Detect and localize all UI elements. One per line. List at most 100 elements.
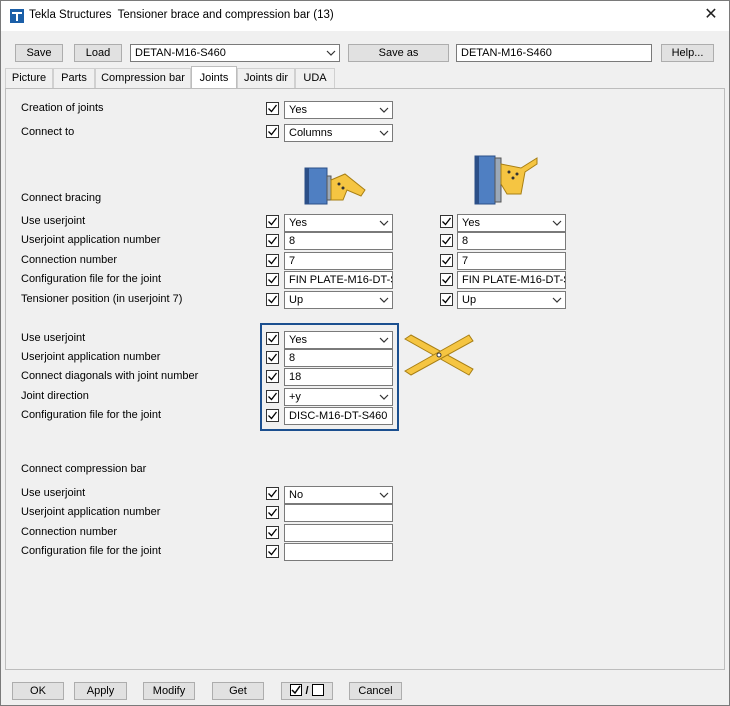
diag-joint-direction-checkbox[interactable] (266, 390, 279, 403)
tensioner-position-value-right: Up (462, 294, 477, 306)
tab-joints-dir[interactable]: Joints dir (237, 68, 295, 88)
connect-to-value: Columns (289, 127, 333, 139)
diag-application-number-checkbox[interactable] (266, 351, 279, 364)
creation-of-joints-label: Creation of joints (21, 102, 104, 114)
checkmark-icon (268, 353, 278, 362)
bracing-use-userjoint-select-right[interactable]: Yes (457, 214, 566, 232)
chevron-down-icon (379, 337, 389, 343)
checkmark-icon (268, 104, 278, 113)
chevron-down-icon (379, 297, 389, 303)
bracing-config-file-checkbox-right[interactable] (440, 273, 453, 286)
tab-picture[interactable]: Picture (5, 68, 53, 88)
save-as-button[interactable]: Save as (348, 44, 449, 62)
tensioner-position-checkbox-left[interactable] (266, 293, 279, 306)
tensioner-position-select-left[interactable]: Up (284, 291, 393, 309)
tab-joints[interactable]: Joints (191, 66, 237, 88)
bracing-application-number-input-right[interactable]: 8 (457, 232, 566, 250)
checkmark-icon (442, 275, 452, 284)
tab-uda[interactable]: UDA (295, 68, 335, 88)
chevron-down-icon (552, 297, 562, 303)
chevron-down-icon (552, 220, 562, 226)
checkmark-icon (442, 295, 452, 304)
unchecked-box-icon (311, 684, 324, 696)
save-as-name-input[interactable]: DETAN-M16-S460 (456, 44, 652, 62)
modify-button[interactable]: Modify (143, 682, 195, 700)
close-icon[interactable]: ✕ (701, 5, 721, 25)
get-button[interactable]: Get (212, 682, 264, 700)
chevron-down-icon (379, 492, 389, 498)
bracing-connection-number-input-right[interactable]: 7 (457, 252, 566, 270)
bracing-config-file-input-right[interactable]: FIN PLATE-M16-DT-S460 (457, 271, 566, 289)
cancel-button[interactable]: Cancel (349, 682, 402, 700)
help-button[interactable]: Help... (661, 44, 714, 62)
checkmark-icon (268, 217, 278, 226)
load-button[interactable]: Load (74, 44, 122, 62)
tensioner-position-value-left: Up (289, 294, 304, 306)
apply-button[interactable]: Apply (74, 682, 127, 700)
diag-joint-direction-label: Joint direction (21, 390, 89, 402)
diag-config-file-label: Configuration file for the joint (21, 409, 162, 421)
checkmark-icon (268, 547, 278, 556)
toggle-all-checkboxes-button[interactable]: / (281, 682, 333, 700)
bracing-use-userjoint-checkbox-right[interactable] (440, 215, 453, 228)
tab-compression-bar[interactable]: Compression bar (95, 68, 191, 88)
comp-config-file-input[interactable] (284, 543, 393, 561)
comp-connection-number-checkbox[interactable] (266, 526, 279, 539)
bracing-application-number-checkbox-left[interactable] (266, 234, 279, 247)
comp-use-userjoint-value: No (289, 489, 304, 501)
diag-use-userjoint-select[interactable]: Yes (284, 331, 393, 349)
bracing-use-userjoint-checkbox-left[interactable] (266, 215, 279, 228)
comp-use-userjoint-checkbox[interactable] (266, 487, 279, 500)
bracing-connection-number-input-left[interactable]: 7 (284, 252, 393, 270)
ok-button[interactable]: OK (12, 682, 64, 700)
diag-application-number-label: Userjoint application number (21, 351, 161, 363)
bracing-connection-number-checkbox-left[interactable] (266, 254, 279, 267)
connect-bracing-heading: Connect bracing (21, 192, 102, 204)
diag-config-file-input[interactable]: DISC-M16-DT-S460 (284, 407, 393, 425)
diag-joint-number-input[interactable]: 18 (284, 368, 393, 386)
tensioner-position-select-right[interactable]: Up (457, 291, 566, 309)
checkmark-icon (442, 256, 452, 265)
bracing-use-userjoint-select-left[interactable]: Yes (284, 214, 393, 232)
bracing-config-file-checkbox-left[interactable] (266, 273, 279, 286)
tensioner-position-label: Tensioner position (in userjoint 7) (21, 293, 183, 305)
connect-to-checkbox[interactable] (266, 125, 279, 138)
checkmark-icon (268, 489, 278, 498)
diag-config-file-checkbox[interactable] (266, 409, 279, 422)
comp-application-number-checkbox[interactable] (266, 506, 279, 519)
bracing-connection-number-checkbox-right[interactable] (440, 254, 453, 267)
comp-use-userjoint-select[interactable]: No (284, 486, 393, 504)
save-button[interactable]: Save (15, 44, 63, 62)
bracing-config-file-input-left[interactable]: FIN PLATE-M16-DT-S460 (284, 271, 393, 289)
diag-joint-direction-select[interactable]: +y (284, 388, 393, 406)
bracing-use-userjoint-value-left: Yes (289, 217, 307, 229)
connect-compression-bar-heading: Connect compression bar (21, 463, 147, 475)
diag-joint-number-checkbox[interactable] (266, 370, 279, 383)
tensioner-position-checkbox-right[interactable] (440, 293, 453, 306)
diag-application-number-input[interactable]: 8 (284, 349, 393, 367)
bracing-joint-illustration-right (474, 155, 538, 205)
bracing-connection-number-label: Connection number (21, 254, 118, 266)
bracing-application-number-label: Userjoint application number (21, 234, 161, 246)
chevron-down-icon (379, 107, 389, 113)
comp-connection-number-input[interactable] (284, 524, 393, 542)
tab-parts[interactable]: Parts (53, 68, 95, 88)
title-bar: Tekla Structures Tensioner brace and com… (1, 1, 729, 31)
comp-use-userjoint-label: Use userjoint (21, 487, 86, 499)
bracing-application-number-checkbox-right[interactable] (440, 234, 453, 247)
connect-to-select[interactable]: Columns (284, 124, 393, 142)
checkmark-icon (268, 256, 278, 265)
comp-application-number-input[interactable] (284, 504, 393, 522)
diag-use-userjoint-checkbox[interactable] (266, 332, 279, 345)
bracing-config-file-label: Configuration file for the joint (21, 273, 162, 285)
checkmark-icon (442, 236, 452, 245)
comp-config-file-checkbox[interactable] (266, 545, 279, 558)
preset-select[interactable]: DETAN-M16-S460 (130, 44, 340, 62)
bracing-application-number-input-left[interactable]: 8 (284, 232, 393, 250)
creation-of-joints-select[interactable]: Yes (284, 101, 393, 119)
checkmark-icon (268, 392, 278, 401)
checkmark-icon (268, 295, 278, 304)
diag-use-userjoint-label: Use userjoint (21, 332, 86, 344)
checkmark-icon (268, 372, 278, 381)
creation-of-joints-checkbox[interactable] (266, 102, 279, 115)
